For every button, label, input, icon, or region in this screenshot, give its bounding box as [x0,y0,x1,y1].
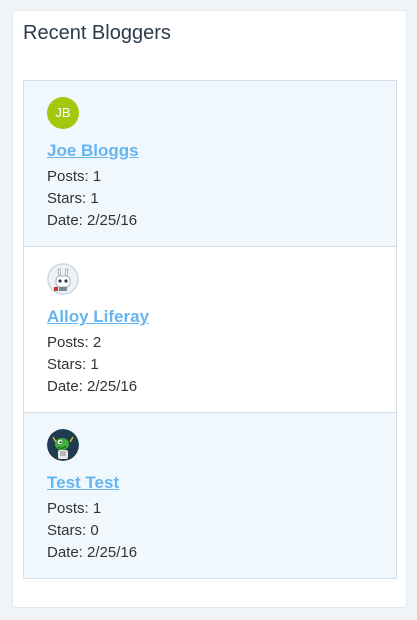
blogger-date: Date: 2/25/16 [47,212,138,229]
recent-bloggers-portlet: Recent Bloggers JB Joe Bloggs Posts: 1 S… [12,10,407,608]
avatar[interactable] [47,263,79,295]
blogger-name-link[interactable]: Test Test [47,473,119,493]
stars-count: Stars: 1 [47,356,99,373]
posts-count: Posts: 1 [47,500,102,517]
posts-count: Posts: 2 [47,334,102,351]
blogger-name-link[interactable]: Alloy Liferay [47,307,149,327]
blogger-stats: Posts: 1 Stars: 0 Date: 2/25/16 [47,498,137,564]
avatar[interactable] [47,429,79,461]
alloy-robot-avatar-icon [47,263,79,295]
avatar[interactable]: JB [47,97,79,129]
blogger-name-link[interactable]: Joe Bloggs [47,141,139,161]
stars-count: Stars: 1 [47,190,99,207]
green-mascot-avatar-icon [47,429,79,461]
list-item: JB Joe Bloggs Posts: 1 Stars: 1 Date: 2/… [24,81,396,247]
blogger-stats: Posts: 1 Stars: 1 Date: 2/25/16 [47,166,137,232]
list-item: Test Test Posts: 1 Stars: 0 Date: 2/25/1… [24,413,396,578]
blogger-date: Date: 2/25/16 [47,378,138,395]
blogger-list: JB Joe Bloggs Posts: 1 Stars: 1 Date: 2/… [23,80,397,579]
avatar-initials: JB [55,105,71,120]
blogger-date: Date: 2/25/16 [47,544,138,561]
stars-count: Stars: 0 [47,522,99,539]
portlet-title: Recent Bloggers [23,22,171,44]
list-item: Alloy Liferay Posts: 2 Stars: 1 Date: 2/… [24,247,396,413]
blogger-stats: Posts: 2 Stars: 1 Date: 2/25/16 [47,332,137,398]
posts-count: Posts: 1 [47,168,102,185]
